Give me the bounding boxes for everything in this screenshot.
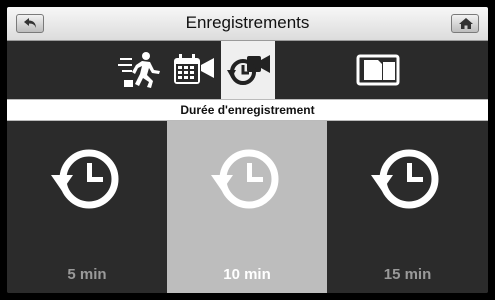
tab-motion-detection[interactable] [113, 41, 167, 99]
section-header: Durée d'enregistrement [7, 99, 488, 121]
duration-option-10min[interactable]: 10 min [167, 121, 327, 293]
duration-label: 10 min [223, 266, 271, 283]
motion-detection-icon [118, 52, 160, 88]
scheduled-recording-icon [174, 54, 214, 84]
clock-history-icon [51, 149, 119, 209]
duration-option-5min[interactable]: 5 min [7, 121, 167, 293]
sd-card-icon [356, 54, 400, 86]
app-frame: Enregistrements Durée d'enregistrement 5… [7, 7, 488, 293]
home-button[interactable] [451, 14, 479, 33]
duration-option-15min[interactable]: 15 min [327, 121, 488, 293]
clock-history-icon [371, 149, 439, 209]
tab-bar [7, 41, 488, 99]
page-title: Enregistrements [185, 13, 310, 32]
duration-label: 15 min [383, 266, 432, 283]
home-icon [459, 18, 473, 29]
header-bar: Enregistrements [7, 7, 488, 41]
tab-recording-duration[interactable] [221, 41, 275, 99]
tab-sd-card[interactable] [351, 41, 405, 99]
tab-scheduled-recording[interactable] [167, 41, 221, 99]
recording-duration-icon [227, 55, 270, 85]
duration-label: 5 min [67, 266, 107, 283]
clock-history-icon [211, 149, 279, 209]
section-title: Durée d'enregistrement [180, 103, 315, 117]
duration-options: 5 min 10 min 15 min [7, 121, 488, 293]
